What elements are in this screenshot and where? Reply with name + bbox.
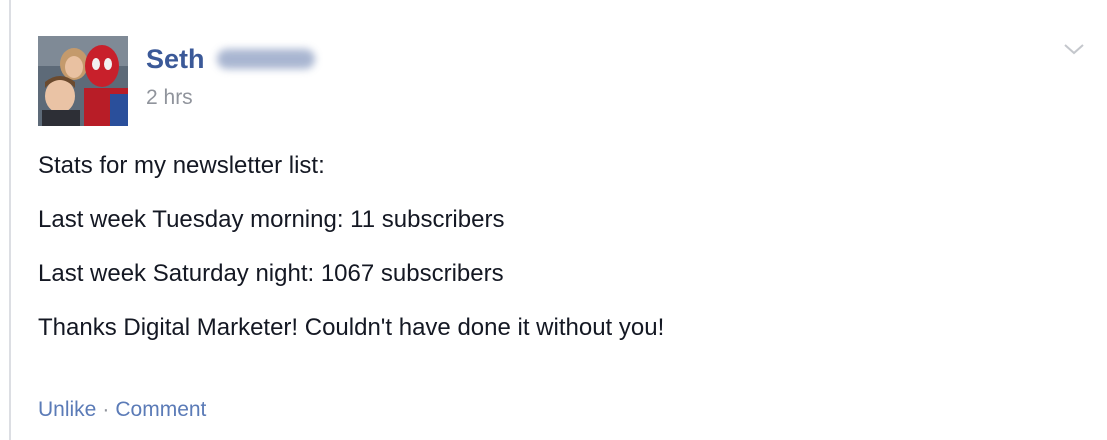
post-meta: Seth 2 hrs xyxy=(146,42,315,110)
post-line: Last week Tuesday morning: 11 subscriber… xyxy=(38,206,505,233)
author-row: Seth xyxy=(146,42,315,76)
post-line: Last week Saturday night: 1067 subscribe… xyxy=(38,260,504,287)
comment-link[interactable]: Comment xyxy=(115,398,206,421)
post-actions: Unlike · Comment xyxy=(38,398,206,422)
card-left-border xyxy=(9,0,11,440)
action-separator: · xyxy=(102,398,110,421)
post-body: Stats for my newsletter list: Last week … xyxy=(38,152,1078,368)
author-lastname-redacted[interactable] xyxy=(216,49,315,69)
post-header: Seth 2 hrs xyxy=(38,36,315,126)
post-line: Thanks Digital Marketer! Couldn't have d… xyxy=(38,314,665,341)
avatar-photo xyxy=(38,36,128,126)
author-avatar[interactable] xyxy=(38,36,128,126)
post-line: Stats for my newsletter list: xyxy=(38,152,325,179)
chevron-down-icon[interactable] xyxy=(1063,42,1085,56)
post-timestamp[interactable]: 2 hrs xyxy=(146,86,315,110)
facebook-post-card: Seth 2 hrs Stats for my newsletter list:… xyxy=(0,0,1107,440)
unlike-link[interactable]: Unlike xyxy=(38,398,96,421)
author-name-link[interactable]: Seth xyxy=(146,44,205,75)
